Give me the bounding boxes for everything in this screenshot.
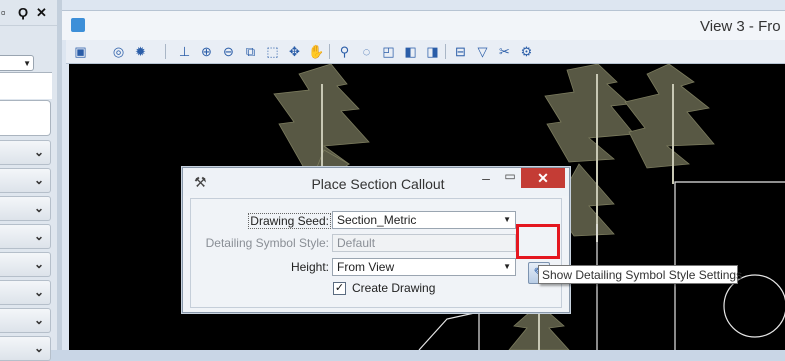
measure-icon[interactable]: ⊥ (176, 43, 193, 60)
view-window-icon (71, 18, 85, 32)
pin-icon[interactable]: ▫ (1, 5, 6, 20)
left-panel-section-row[interactable]: ⌄ (0, 140, 51, 165)
height-value: From View (337, 260, 395, 274)
height-dropdown[interactable]: From View ▼ (332, 258, 516, 276)
left-panel-box[interactable] (0, 100, 51, 136)
close-button[interactable]: ✕ (521, 168, 565, 188)
height-label: Height: (290, 260, 329, 274)
zoom-window-icon[interactable]: ⧉ (242, 43, 259, 60)
left-panel-section-row[interactable]: ⌄ (0, 252, 51, 277)
create-drawing-checkbox[interactable]: ✓ (333, 282, 346, 295)
detailing-symbol-style-value: Default (337, 236, 376, 250)
chevron-down-icon: ⌄ (33, 145, 44, 159)
pan-icon[interactable]: ✋ (308, 43, 325, 60)
toolbar-separator (165, 44, 166, 59)
display-style-icon[interactable]: ◎ (110, 43, 127, 60)
tooltip: Show Detailing Symbol Style Settings (538, 265, 742, 284)
toolbar-separator (445, 44, 446, 59)
detailing-symbol-style-field: Default (332, 234, 516, 252)
left-panel-list[interactable] (0, 72, 52, 99)
close-icon[interactable]: ✕ (36, 5, 47, 21)
view-attributes-icon[interactable]: ▣ (72, 43, 89, 60)
chevron-down-icon: ⌄ (33, 257, 44, 271)
minimize-button[interactable]: – (475, 170, 497, 188)
chevron-down-icon: ⌄ (33, 173, 44, 187)
drawing-seed-dropdown[interactable]: Section_Metric ▼ (332, 211, 516, 229)
clip-mask-icon[interactable]: ▽ (474, 43, 491, 60)
walk-icon[interactable]: ⚲ (336, 43, 353, 60)
circle-outline (723, 274, 785, 338)
clip-volume-icon[interactable]: ⊟ (452, 43, 469, 60)
auto-hide-icon[interactable]: Ϙ (18, 5, 28, 20)
zoom-in-icon[interactable]: ⊕ (198, 43, 215, 60)
left-panel-section-row[interactable]: ⌄ (0, 168, 51, 193)
chevron-down-icon: ▼ (503, 262, 511, 271)
look-icon[interactable]: ◌ (358, 43, 375, 60)
left-panel-section-row[interactable]: ⌄ (0, 308, 51, 333)
chevron-down-icon: ▼ (23, 59, 31, 68)
view-settings-icon[interactable]: ⚙ (518, 43, 535, 60)
chevron-down-icon: ▼ (503, 215, 511, 224)
left-panel-titlebar: ▫ Ϙ ✕ (0, 0, 57, 26)
chevron-down-icon: ⌄ (33, 229, 44, 243)
left-panel-dropdown[interactable]: ▼ (0, 55, 34, 71)
view-title: View 3 - Fro (700, 18, 781, 35)
camera-icon[interactable]: ◰ (380, 43, 397, 60)
fit-view-icon[interactable]: ⬚ (264, 43, 281, 60)
chevron-down-icon: ⌄ (33, 285, 44, 299)
zoom-out-icon[interactable]: ⊖ (220, 43, 237, 60)
view-titlebar (62, 10, 785, 40)
next-view-icon[interactable]: ◨ (424, 43, 441, 60)
rotate-view-icon[interactable]: ✥ (286, 43, 303, 60)
chevron-down-icon: ⌄ (33, 341, 44, 355)
section-icon[interactable]: ✂ (496, 43, 513, 60)
highlight-box (516, 224, 560, 259)
previous-view-icon[interactable]: ◧ (402, 43, 419, 60)
drawing-seed-label: Drawing Seed: (248, 213, 331, 229)
drawing-seed-value: Section_Metric (337, 213, 417, 227)
dialog-titlebar[interactable]: ⚒ Place Section Callout – ▭ ✕ (183, 168, 569, 196)
left-panel-section-row[interactable]: ⌄ (0, 224, 51, 249)
detailing-symbol-style-label: Detailing Symbol Style: (205, 236, 329, 250)
maximize-button[interactable]: ▭ (499, 169, 521, 187)
left-panel-section-row[interactable]: ⌄ (0, 280, 51, 305)
left-panel-section-row[interactable]: ⌄ (0, 196, 51, 221)
chevron-down-icon: ⌄ (33, 313, 44, 327)
tree-graphic (624, 64, 715, 184)
lighting-icon[interactable]: ✹ (132, 43, 149, 60)
create-drawing-label: Create Drawing (352, 281, 436, 295)
chevron-down-icon: ⌄ (33, 201, 44, 215)
left-panel-section-row[interactable]: ⌄ (0, 336, 51, 361)
toolbar-separator (329, 44, 330, 59)
